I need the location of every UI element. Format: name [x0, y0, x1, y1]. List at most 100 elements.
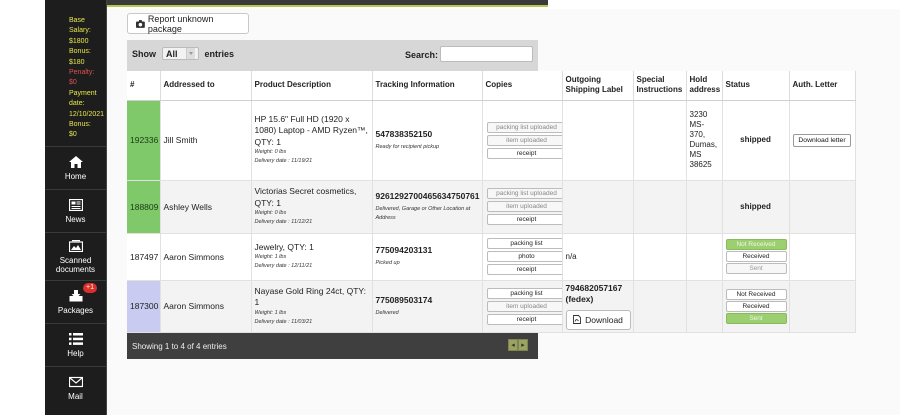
outgoing-label-cell: [562, 100, 634, 181]
package-download-icon: [69, 289, 82, 301]
hold-address: [686, 233, 723, 281]
addressed-to: Jill Smith: [160, 100, 252, 181]
status-received-button[interactable]: Received: [725, 251, 787, 262]
top-accent-bar: [107, 0, 548, 7]
addressed-to: Aaron Simmons: [160, 233, 252, 281]
table-row: 188809 Ashley Wells Victorias Secret cos…: [127, 180, 856, 234]
item-uploaded-button[interactable]: item uploaded: [486, 134, 567, 146]
packing-list-button[interactable]: packing list: [486, 287, 567, 299]
tracking-info: 547838352150 Ready for recipient pickup: [372, 100, 483, 181]
column-header-tracking[interactable]: Tracking Information: [372, 71, 483, 101]
photo-button[interactable]: photo: [486, 251, 567, 262]
nav-mail-label: Mail: [68, 391, 83, 401]
special-instructions-cell: [633, 100, 687, 181]
tracking-info: 9261292700465634750761 Delivered, Garage…: [372, 180, 483, 234]
product-weight: Weight: 0 lbs: [254, 149, 287, 156]
packing-list-uploaded-button[interactable]: packing list uploaded: [486, 188, 567, 199]
status-not-received-button[interactable]: Not Received: [725, 239, 787, 250]
copies-cell: packing list photo receipt: [482, 233, 567, 281]
auth-letter-cell: Download letter: [789, 100, 856, 181]
product-description-text: HP 15.6" Full HD (1920 x 1080) Laptop - …: [254, 113, 368, 147]
column-header-hold-address[interactable]: Hold address: [686, 71, 723, 101]
salary-info-line: Salary:: [69, 27, 91, 35]
receipt-button[interactable]: receipt: [486, 214, 567, 225]
salary-info-line: Bonus:: [69, 48, 91, 56]
status-sent-button[interactable]: Sent: [725, 263, 787, 274]
status-received-button[interactable]: Received: [725, 300, 787, 312]
column-header-product[interactable]: Product Description: [251, 71, 373, 101]
nav-scanned-label-2: documents: [55, 264, 96, 274]
column-header-status[interactable]: Status: [722, 71, 790, 101]
package-id: 188809: [127, 180, 161, 234]
column-header-copies[interactable]: Copies: [482, 71, 563, 101]
package-id: 187300: [127, 280, 161, 333]
mail-icon: [68, 376, 83, 387]
product-description-text: Jewelry, QTY: 1: [254, 241, 314, 252]
nav-news[interactable]: News: [45, 189, 106, 232]
package-id: 192336: [127, 100, 161, 181]
copies-cell: packing list uploaded item uploaded rece…: [482, 180, 567, 234]
tracking-info: 775089503174 Delivered: [372, 280, 483, 333]
tracking-number: 775089503174: [375, 294, 433, 305]
column-header-auth-letter[interactable]: Auth. Letter: [789, 71, 856, 101]
column-header-num[interactable]: #: [127, 71, 161, 101]
report-unknown-package-button[interactable]: Report unknown package: [127, 13, 249, 34]
item-uploaded-button[interactable]: item uploaded: [486, 201, 567, 212]
nav-packages-label: Packages: [57, 305, 94, 315]
download-letter-button[interactable]: Download letter: [793, 133, 851, 147]
nav-packages[interactable]: +1 Packages: [45, 280, 106, 323]
status-cell: Not Received Received Sent: [722, 280, 790, 333]
nav-home[interactable]: Home: [45, 146, 106, 189]
salary-info-line: $180: [69, 58, 85, 66]
table-row: 187497 Aaron Simmons Jewelry, QTY: 1 Wei…: [127, 233, 856, 281]
column-header-addressed-to[interactable]: Addressed to: [160, 71, 252, 101]
status-badge: shipped: [722, 180, 790, 234]
copies-cell: packing list item uploaded receipt: [482, 280, 567, 333]
nav-news-label: News: [65, 214, 86, 224]
package-id: 187497: [127, 233, 161, 281]
penalty-value: $0: [69, 79, 77, 87]
tracking-status: Ready for recipient pickup: [375, 143, 440, 150]
nav-help[interactable]: Help: [45, 323, 106, 366]
receipt-button[interactable]: receipt: [486, 313, 567, 325]
product-weight: Weight: 1 lbs: [254, 254, 287, 261]
outgoing-label-cell: [562, 180, 634, 234]
sidebar: Base Salary: $1800 Bonus: $180 Penalty: …: [45, 0, 107, 415]
item-uploaded-button[interactable]: item uploaded: [486, 300, 567, 312]
column-header-outgoing-label[interactable]: Outgoing Shipping Label: [562, 71, 634, 101]
tracking-number: 775094203131: [375, 245, 433, 255]
nav-scanned-documents[interactable]: Scanned documents: [45, 232, 106, 280]
news-icon: [68, 198, 83, 211]
nav-home-label: Home: [64, 171, 87, 181]
receipt-button[interactable]: receipt: [486, 264, 567, 275]
tracking-number: 9261292700465634750761: [375, 190, 480, 201]
hold-address: 3230 MS-370, Dumas, MS 38625: [686, 100, 723, 181]
hold-address: [686, 280, 723, 333]
hold-address: [686, 180, 723, 234]
pagination: ◂ ▸: [508, 339, 528, 353]
pagination-next-button[interactable]: ▸: [518, 339, 528, 351]
table-row: 192336 Jill Smith HP 15.6" Full HD (1920…: [127, 100, 856, 181]
auth-letter-cell: [789, 280, 856, 333]
entries-select[interactable]: All: [162, 47, 199, 60]
pdf-file-icon: [573, 315, 582, 324]
pagination-previous-button[interactable]: ◂: [508, 339, 518, 351]
receipt-button[interactable]: receipt: [486, 147, 567, 159]
status-not-received-button[interactable]: Not Received: [725, 288, 787, 300]
salary-info-line: date:: [69, 100, 85, 108]
show-entries-control: Show All entries: [132, 47, 234, 60]
salary-info-line: 12/10/2021: [69, 110, 105, 118]
search-input[interactable]: [440, 46, 533, 62]
column-header-special-instructions[interactable]: Special Instructions: [633, 71, 687, 101]
download-label: Download: [585, 314, 623, 325]
packing-list-uploaded-button[interactable]: packing list uploaded: [486, 121, 567, 133]
status-sent-button[interactable]: Sent: [725, 312, 787, 324]
salary-info-line: $1800: [69, 37, 89, 45]
nav-mail[interactable]: Mail: [45, 366, 106, 409]
download-label-button[interactable]: Download: [565, 309, 631, 330]
packing-list-button[interactable]: packing list: [486, 238, 567, 249]
entries-info: Showing 1 to 4 of 4 entries: [132, 342, 227, 351]
packages-table: # Addressed to Product Description Track…: [127, 71, 856, 333]
product-description-text: Nayase Gold Ring 24ct, QTY: 1: [254, 285, 367, 308]
home-icon: [68, 155, 83, 168]
